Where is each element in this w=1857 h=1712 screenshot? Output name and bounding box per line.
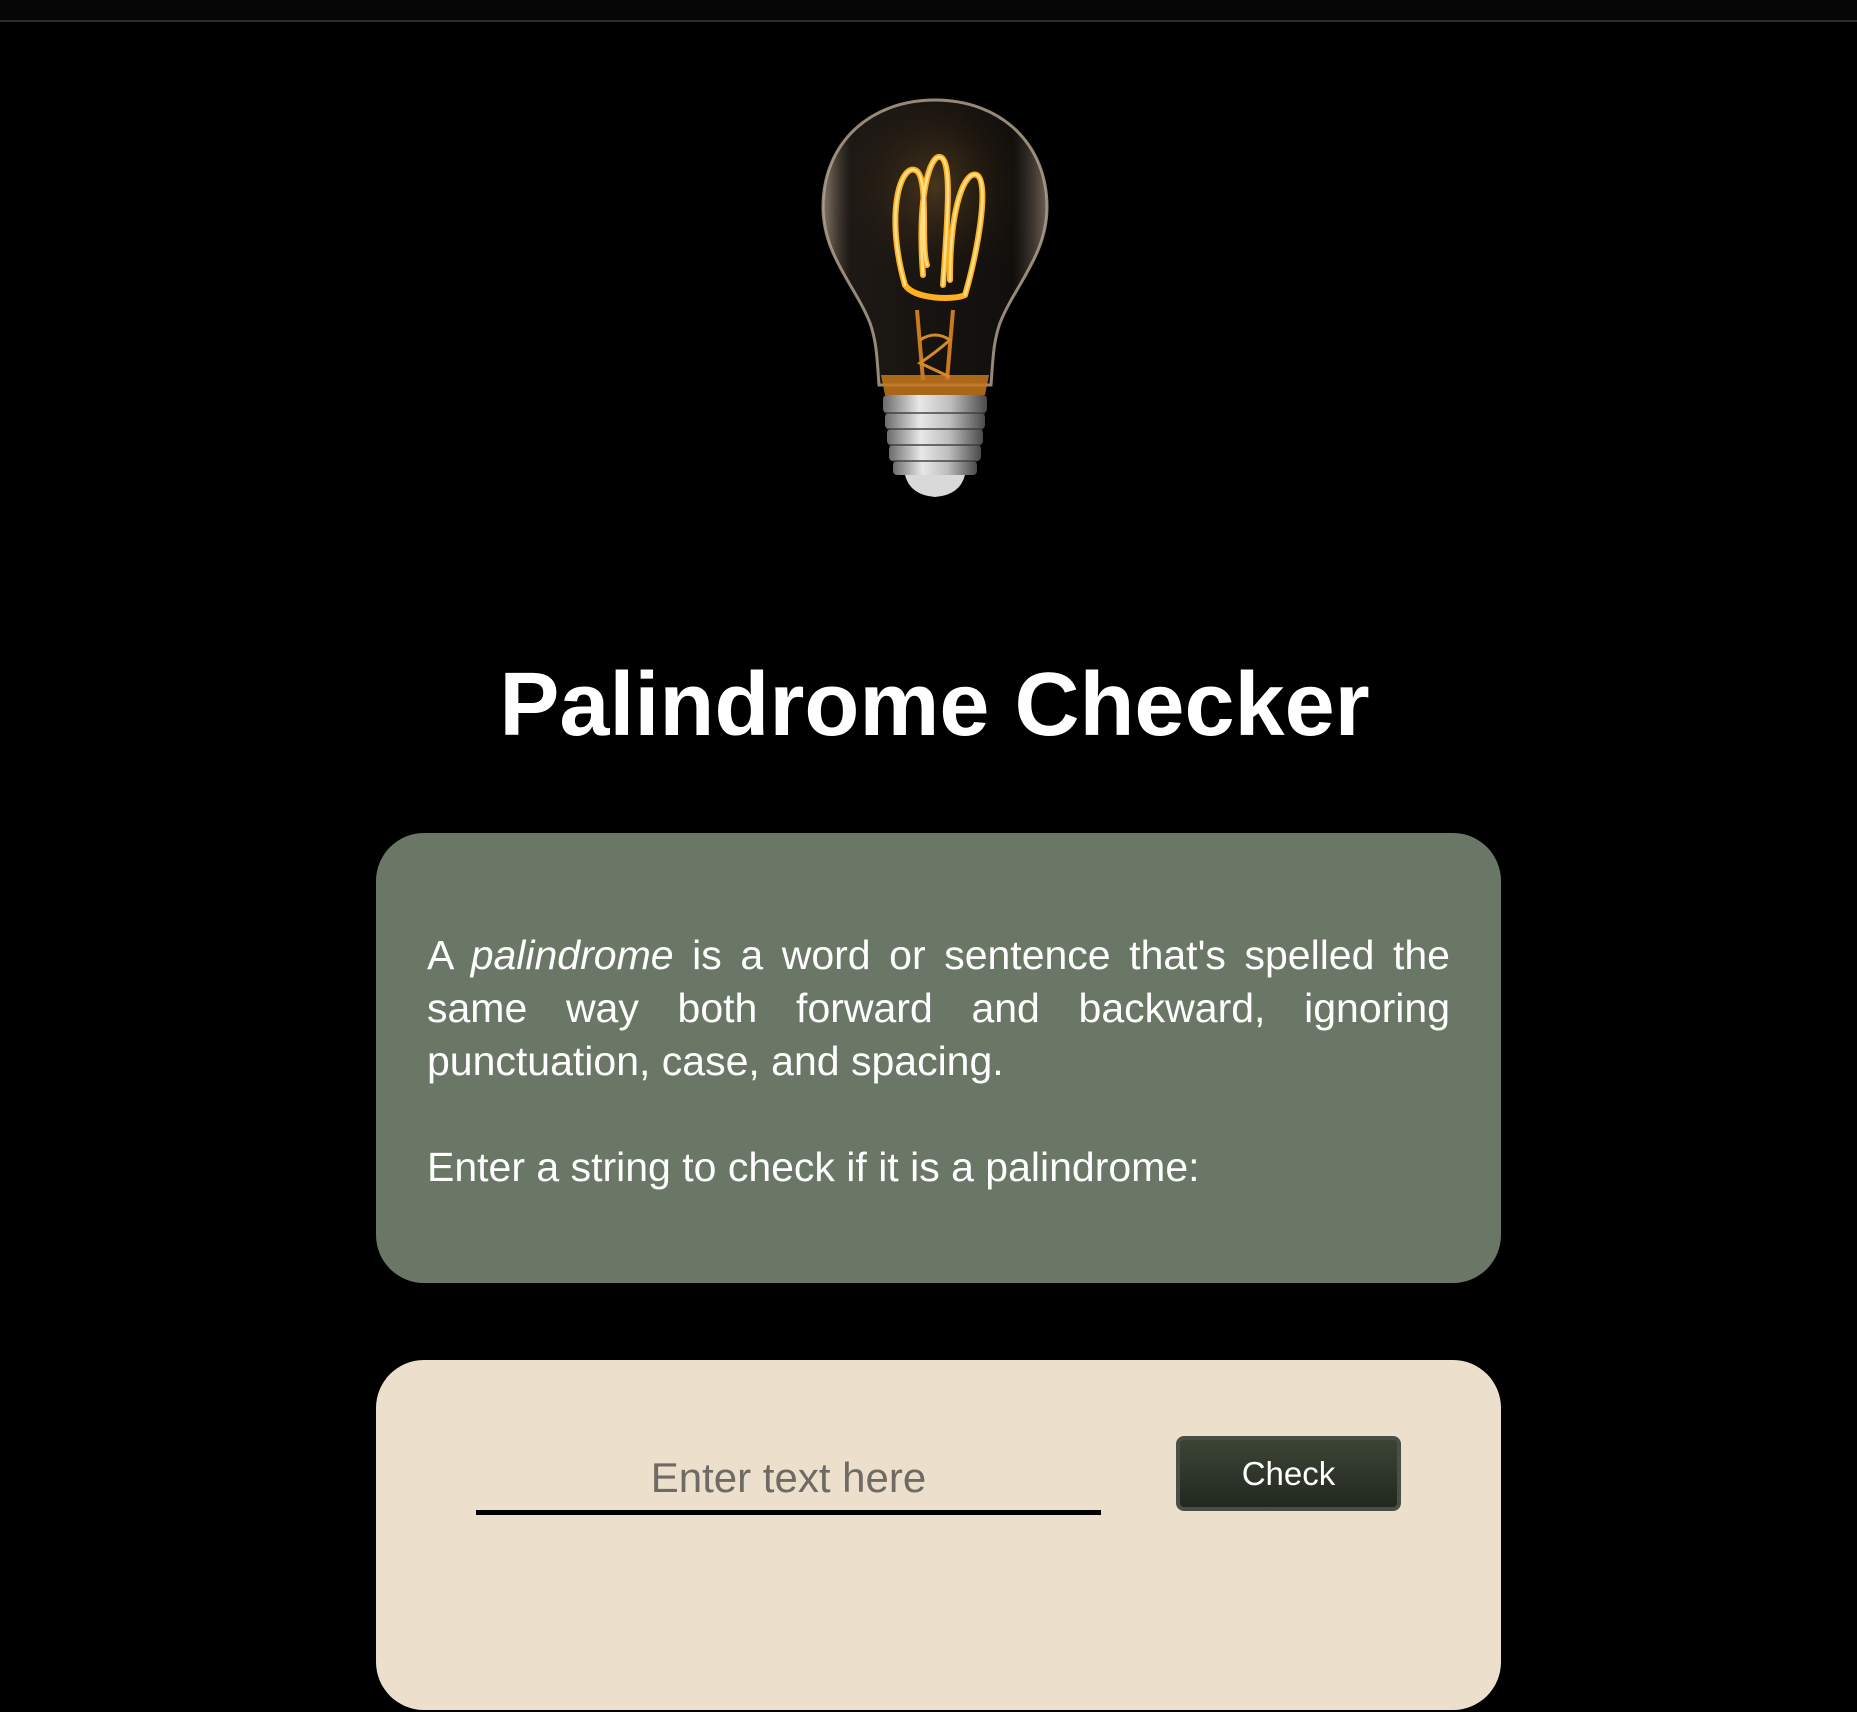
input-card: Check (376, 1360, 1501, 1710)
text-input[interactable] (476, 1445, 1101, 1515)
input-prompt: Enter a string to check if it is a palin… (427, 1144, 1200, 1190)
check-button[interactable]: Check (1176, 1436, 1401, 1511)
definition-term: palindrome (470, 932, 674, 978)
page-title: Palindrome Checker (499, 655, 1370, 755)
palindrome-definition: A palindrome is a word or sentence that'… (427, 929, 1450, 1088)
lightbulb-icon (815, 95, 1055, 497)
description-card: A palindrome is a word or sentence that'… (376, 833, 1501, 1283)
definition-article: A (427, 932, 453, 978)
browser-top-border (0, 0, 1857, 22)
